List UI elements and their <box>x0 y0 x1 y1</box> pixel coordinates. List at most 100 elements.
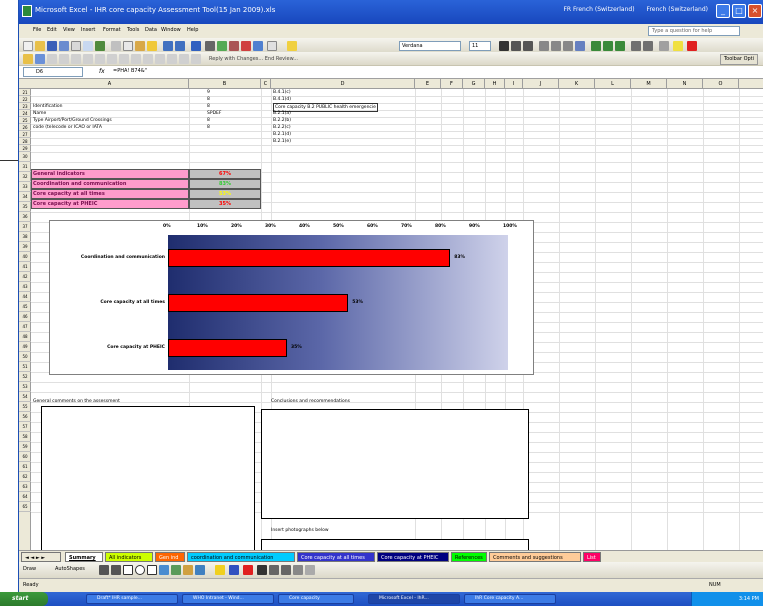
row-header[interactable]: 54 <box>19 392 31 402</box>
cut-icon[interactable] <box>111 41 121 51</box>
increase-indent-icon[interactable] <box>643 41 653 51</box>
column-header[interactable]: O <box>703 79 739 89</box>
menu-insert[interactable]: Insert <box>81 27 95 33</box>
review-icon[interactable] <box>119 54 129 64</box>
taskbar-item-active[interactable]: Microsoft Excel - IhR... <box>368 594 460 604</box>
rectangle-icon[interactable] <box>123 565 133 575</box>
diagram-icon[interactable] <box>171 565 181 575</box>
paste-icon[interactable] <box>135 41 145 51</box>
review-icon[interactable] <box>179 54 189 64</box>
wordart-icon[interactable] <box>159 565 169 575</box>
cell-b[interactable]: 8 <box>207 103 210 110</box>
indicator-label[interactable]: Core capacity at PHEIC <box>33 200 97 208</box>
row-header[interactable]: 53 <box>19 382 31 392</box>
menu-file[interactable]: File <box>33 27 41 33</box>
indicator-value[interactable]: 35% <box>189 200 261 208</box>
column-header[interactable]: H <box>485 79 505 89</box>
language-item[interactable]: FR French (Switzerland) <box>563 6 634 13</box>
photographs-box[interactable] <box>261 539 529 550</box>
menu-format[interactable]: Format <box>103 27 121 33</box>
row-header[interactable]: 62 <box>19 472 31 482</box>
cell-d[interactable]: B.2.1(a) <box>273 110 291 117</box>
menu-help[interactable]: Help <box>187 27 198 33</box>
cell-d[interactable]: B.2.2(c) <box>273 124 291 131</box>
row-header[interactable]: 34 <box>19 192 31 202</box>
row-header[interactable]: 23 <box>19 103 31 110</box>
review-icon[interactable] <box>71 54 81 64</box>
cell-b[interactable]: SPDEF <box>207 110 221 117</box>
column-header[interactable]: D <box>271 79 415 89</box>
review-icon[interactable] <box>35 54 45 64</box>
review-icon[interactable] <box>167 54 177 64</box>
indicator-label[interactable]: Coordination and communication <box>33 180 126 188</box>
row-header[interactable]: 56 <box>19 412 31 422</box>
fx-icon[interactable]: fx <box>99 68 105 75</box>
row-header[interactable]: 30 <box>19 152 31 162</box>
clock[interactable]: 3:14 PM <box>739 596 759 602</box>
start-button[interactable]: start <box>0 592 48 606</box>
cell-d[interactable]: B.4.1(d) <box>273 96 291 103</box>
review-icon[interactable] <box>47 54 57 64</box>
redo-icon[interactable] <box>175 41 185 51</box>
new-icon[interactable] <box>23 41 33 51</box>
sheet-tab[interactable]: Comments and suggestions <box>489 552 581 562</box>
menu-edit[interactable]: Edit <box>47 27 57 33</box>
column-header[interactable]: L <box>595 79 631 89</box>
row-header[interactable]: 35 <box>19 202 31 212</box>
zoom-icon[interactable] <box>267 41 277 51</box>
bar-chart[interactable]: 0% 10% 20% 30% 40% 50% 60% 70% 80% 90% 100% 83% 53%… <box>49 220 534 375</box>
cell-d[interactable]: B.2.2(b) <box>273 117 291 124</box>
clipart-icon[interactable] <box>183 565 193 575</box>
hyperlink-icon[interactable] <box>191 41 201 51</box>
sheet-tab[interactable]: Summary <box>65 552 103 562</box>
row-header[interactable]: 60 <box>19 452 31 462</box>
undo-icon[interactable] <box>163 41 173 51</box>
row-header[interactable]: 37 <box>19 222 31 232</box>
print-icon[interactable] <box>71 41 81 51</box>
row-header[interactable]: 45 <box>19 302 31 312</box>
row-header[interactable]: 25 <box>19 117 31 124</box>
chart-wizard-icon[interactable] <box>241 41 251 51</box>
row-header[interactable]: 32 <box>19 172 31 182</box>
column-header[interactable]: C <box>261 79 271 89</box>
percent-icon[interactable] <box>603 41 613 51</box>
review-label[interactable]: Reply with Changes... End Review... <box>209 56 298 62</box>
taskbar-item[interactable]: Draft* IHR sample... <box>86 594 178 604</box>
3d-icon[interactable] <box>305 565 315 575</box>
sheet-tab[interactable]: Core capacity at all times <box>297 552 375 562</box>
textbox-icon[interactable] <box>147 565 157 575</box>
row-header[interactable]: 29 <box>19 145 31 152</box>
column-header[interactable]: F <box>441 79 463 89</box>
menu-view[interactable]: View <box>63 27 75 33</box>
sort-ascending-icon[interactable] <box>217 41 227 51</box>
menu-data[interactable]: Data <box>145 27 157 33</box>
line-icon[interactable] <box>99 565 109 575</box>
align-left-icon[interactable] <box>539 41 549 51</box>
row-header[interactable]: 63 <box>19 482 31 492</box>
row-header[interactable]: 57 <box>19 422 31 432</box>
font-size-select[interactable]: 11 <box>469 41 491 51</box>
chart-bar[interactable] <box>168 248 451 267</box>
cell-d[interactable]: B.4.1(c) <box>273 89 291 96</box>
column-header[interactable]: B <box>189 79 261 89</box>
row-header[interactable]: 33 <box>19 182 31 192</box>
row-header[interactable]: 51 <box>19 362 31 372</box>
row-header[interactable]: 64 <box>19 492 31 502</box>
line-color-icon[interactable] <box>229 565 239 575</box>
row-header[interactable]: 44 <box>19 292 31 302</box>
arrow-style-icon[interactable] <box>281 565 291 575</box>
fill-color-icon[interactable] <box>215 565 225 575</box>
row-header[interactable]: 61 <box>19 462 31 472</box>
sheet-tab[interactable]: References <box>451 552 487 562</box>
merge-center-icon[interactable] <box>575 41 585 51</box>
review-icon[interactable] <box>131 54 141 64</box>
cell-d[interactable]: B.2.1(e) <box>273 138 291 145</box>
permission-icon[interactable] <box>59 41 69 51</box>
italic-icon[interactable] <box>511 41 521 51</box>
chart-bar[interactable] <box>168 338 287 357</box>
row-header[interactable]: 36 <box>19 212 31 222</box>
review-icon[interactable] <box>83 54 93 64</box>
autoshapes-menu[interactable]: AutoShapes <box>55 566 85 572</box>
sheet-tab[interactable]: List <box>583 552 601 562</box>
row-header[interactable]: 41 <box>19 262 31 272</box>
